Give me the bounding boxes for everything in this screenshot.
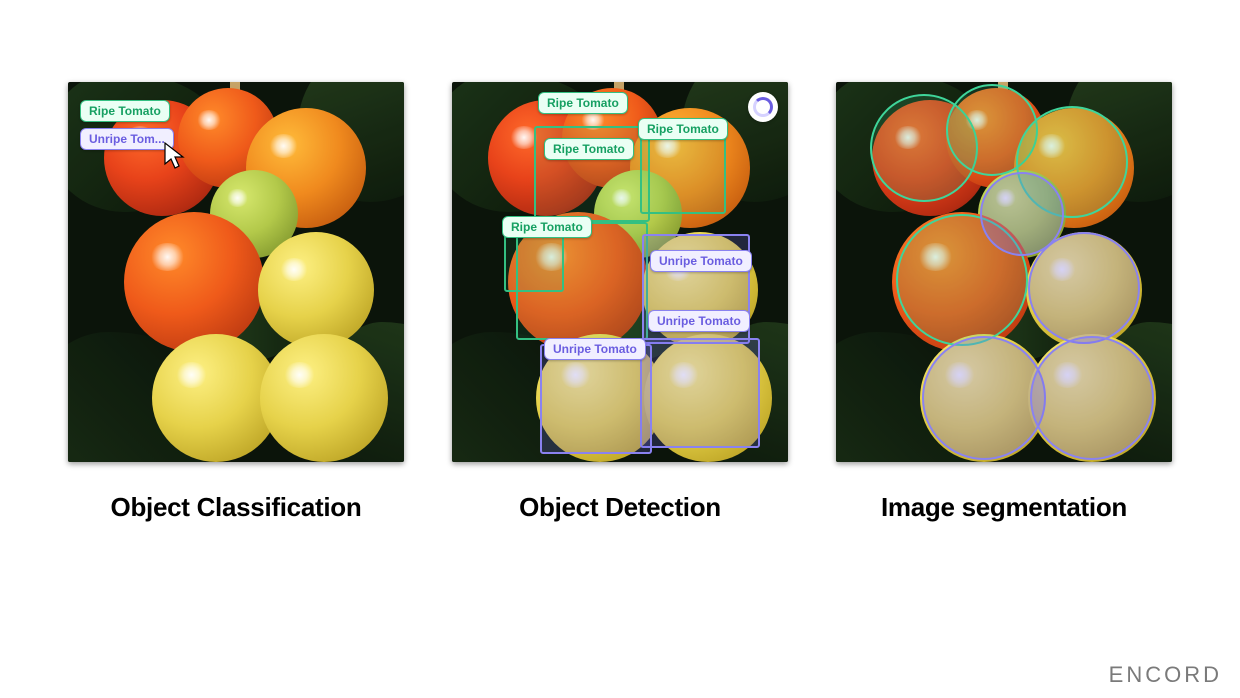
image-classification: Ripe Tomato Unripe Tom... xyxy=(68,82,404,462)
image-segmentation xyxy=(836,82,1172,462)
cursor-icon xyxy=(164,142,186,175)
classification-tag-unripe[interactable]: Unripe Tom... xyxy=(80,128,174,150)
bbox-label-unripe[interactable]: Unripe Tomato xyxy=(544,338,646,360)
bbox-unripe[interactable] xyxy=(640,338,760,448)
image-detection: Ripe TomatoRipe TomatoRipe TomatoRipe To… xyxy=(452,82,788,462)
tomato xyxy=(260,334,388,462)
bbox-label-ripe[interactable]: Ripe Tomato xyxy=(544,138,634,160)
brand-logo: ENCORD xyxy=(1109,662,1222,688)
bbox-ripe[interactable] xyxy=(640,132,726,214)
caption-segmentation: Image segmentation xyxy=(836,492,1172,523)
bbox-label-unripe[interactable]: Unripe Tomato xyxy=(650,250,752,272)
bbox-label-ripe[interactable]: Ripe Tomato xyxy=(638,118,728,140)
panel-classification: Ripe Tomato Unripe Tom... Object Classifi… xyxy=(68,82,404,523)
diagram-stage: Ripe Tomato Unripe Tom... Object Classifi… xyxy=(0,0,1240,698)
panel-segmentation: Image segmentation xyxy=(836,82,1172,523)
panel-detection: Ripe TomatoRipe TomatoRipe TomatoRipe To… xyxy=(452,82,788,523)
tomato xyxy=(258,232,374,348)
bbox-label-ripe[interactable]: Ripe Tomato xyxy=(538,92,628,114)
segmentation-mask-unripe[interactable] xyxy=(922,336,1046,460)
caption-detection: Object Detection xyxy=(452,492,788,523)
segmentation-mask-unripe[interactable] xyxy=(1028,232,1140,344)
caption-classification: Object Classification xyxy=(68,492,404,523)
classification-tag-ripe[interactable]: Ripe Tomato xyxy=(80,100,170,122)
bbox-unripe[interactable] xyxy=(540,344,652,454)
bbox-ripe[interactable] xyxy=(504,232,564,292)
panels-row: Ripe Tomato Unripe Tom... Object Classifi… xyxy=(68,82,1172,523)
bbox-label-unripe[interactable]: Unripe Tomato xyxy=(648,310,750,332)
segmentation-mask-unripe[interactable] xyxy=(1030,336,1154,460)
bbox-label-ripe[interactable]: Ripe Tomato xyxy=(502,216,592,238)
tomato xyxy=(124,212,264,352)
loading-spinner-icon xyxy=(748,92,778,122)
